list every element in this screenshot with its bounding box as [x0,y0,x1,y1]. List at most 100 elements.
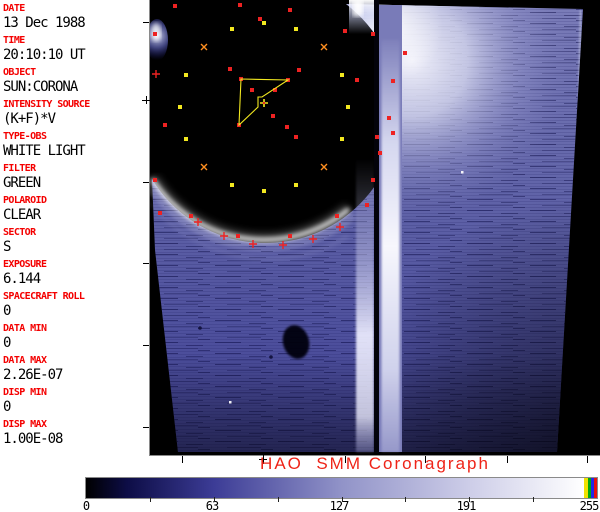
meta-field-label: DATA MIN [3,323,47,334]
red-fiducial-dot [285,125,289,129]
pylon-left-band [356,158,374,452]
red-fiducial-dot [228,67,232,71]
meta-field-value: 13 Dec 1988 [3,15,86,31]
colorbar-tick-label: 0 [82,499,90,512]
yellow-fiducial-dot [294,183,298,187]
meta-field: DISP MIN 0 [3,387,148,415]
red-fiducial-dot [335,214,339,218]
yellow-fiducial-dot [178,105,182,109]
red-fiducial-dot [288,8,292,12]
colorbar-tick [469,497,470,502]
meta-field: DATA MAX 2.26E-07 [3,355,148,383]
meta-field: TIME 20:10:10 UT [3,35,148,63]
colorbar-tick-label: 191 [456,499,477,512]
red-fiducial-dot [387,116,391,120]
meta-field: INTENSITY SOURCE (K+F)*V [3,99,148,127]
colorbar-tick [342,497,343,502]
meta-field-value: 0 [3,335,11,351]
colorbar-tick-label: 127 [329,499,350,512]
red-fiducial-dot [250,88,254,92]
meta-field-value: (K+F)*V [3,111,56,127]
red-fiducial-dot [163,123,167,127]
image-title: HAO SMM Coronagraph [260,454,490,473]
red-fiducial-dot [371,178,375,182]
coronagraph-viewer-window: DATE 13 Dec 1988 TIME 20:10:10 UT OBJECT SUN:… [0,0,600,512]
meta-field-value: S [3,239,11,255]
red-fiducial-dot [343,29,347,33]
yellow-fiducial-dot [262,189,266,193]
meta-field-label: SECTOR [3,227,36,238]
red-fiducial-dot [288,234,292,238]
colorbar-tick [405,497,406,502]
red-fiducial-dot [153,32,157,36]
colorbar-gradient [86,478,597,498]
meta-field: EXPOSURE 6.144 [3,259,148,287]
red-fiducial-dot [391,131,395,135]
colorbar-tick [150,497,151,502]
meta-field: OBJECT SUN:CORONA [3,67,148,95]
meta-field-value: 6.144 [3,271,41,287]
red-fiducial-dot [371,32,375,36]
meta-field-label: POLAROID [3,195,47,206]
meta-field: FILTER GREEN [3,163,148,191]
meta-field-value: WHITE LIGHT [3,143,86,159]
coronagraph-image[interactable] [146,0,600,455]
white-speck [461,171,464,174]
colorbar-end-stripe [584,478,588,498]
meta-field: DISP MAX 1.00E-08 [3,419,148,447]
colorbar-tick-label: 63 [205,499,219,512]
yellow-fiducial-dot [340,137,344,141]
yellow-fiducial-dot [230,27,234,31]
meta-field: DATE 13 Dec 1988 [3,3,148,31]
meta-field-value: 0 [3,303,11,319]
dark-speck [269,355,273,359]
starburst-mark-center [263,102,265,104]
yellow-fiducial-dot [230,183,234,187]
meta-field-label: INTENSITY SOURCE [3,99,90,110]
colorbar-end-stripe [587,478,591,498]
red-fiducial-dot [403,51,407,55]
meta-field-label: DATA MAX [3,355,47,366]
metadata-panel: DATE 13 Dec 1988 TIME 20:10:10 UT OBJECT SUN:… [0,0,150,455]
red-fiducial-dot [158,211,162,215]
red-fiducial-dot [378,151,382,155]
white-speck [229,401,232,404]
meta-field-label: TYPE-OBS [3,131,47,142]
red-fiducial-dot [365,203,369,207]
red-fiducial-dot [153,178,157,182]
colorbar-end-stripe [590,478,594,498]
red-fiducial-dot [391,79,395,83]
red-fiducial-dot [238,3,242,7]
meta-field: TYPE-OBS WHITE LIGHT [3,131,148,159]
red-fiducial-dot [236,234,240,238]
pylon-dark-line [374,0,379,453]
red-fiducial-dot [173,4,177,8]
meta-field-label: DISP MIN [3,387,47,398]
meta-field-value: 20:10:10 UT [3,47,86,63]
intensity-colorbar [85,477,598,499]
red-fiducial-dot [297,68,301,72]
red-fiducial-dot [258,17,262,21]
red-fiducial-dot [271,114,275,118]
meta-field: SECTOR S [3,227,148,255]
meta-field-value: GREEN [3,175,41,191]
meta-field-label: TIME [3,35,25,46]
meta-field-value: SUN:CORONA [3,79,78,95]
meta-field: DATA MIN 0 [3,323,148,351]
colorbar-tick [214,497,215,502]
yellow-fiducial-dot [262,21,266,25]
meta-field-value: CLEAR [3,207,41,223]
meta-field: SPACECRAFT ROLL 0 [3,291,148,319]
colorbar-tick [278,497,279,502]
red-fiducial-dot [189,214,193,218]
colorbar-end-stripe [593,478,597,498]
colorbar-tick-label: 255 [579,499,600,512]
yellow-fiducial-dot [184,73,188,77]
yellow-fiducial-dot [294,27,298,31]
meta-field-label: DATE [3,3,25,14]
yellow-fiducial-dot [346,105,350,109]
yellow-fiducial-dot [340,73,344,77]
colorbar-tick [533,497,534,502]
meta-field-label: FILTER [3,163,36,174]
coronagraph-canvas [146,0,600,455]
